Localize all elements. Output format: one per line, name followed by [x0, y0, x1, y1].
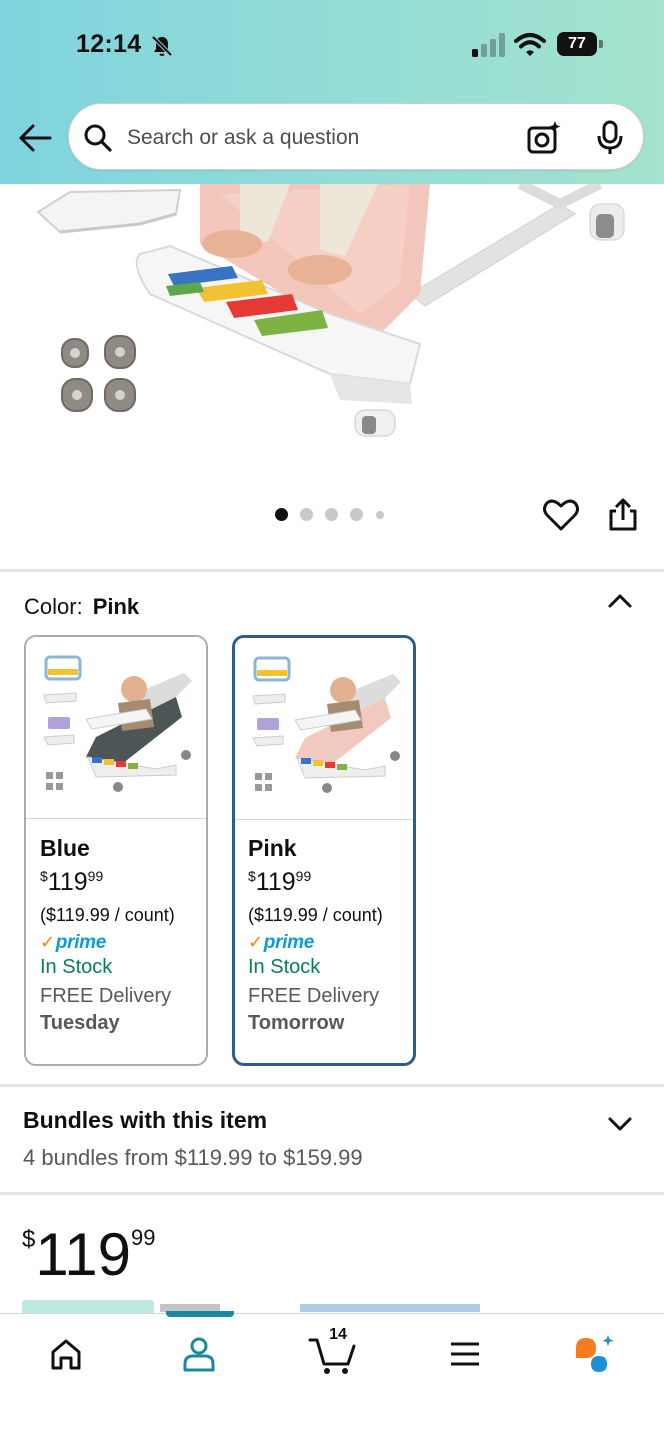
option-price: $11999 [248, 868, 405, 897]
back-arrow-icon[interactable] [16, 122, 54, 154]
delivery-day: Tuesday [40, 1012, 120, 1034]
search-icon [84, 124, 112, 152]
camera-search-icon[interactable] [526, 120, 562, 156]
search-input[interactable]: Search or ask a question [127, 126, 359, 150]
color-option-pink[interactable]: Pink $11999 ($119.99 / count) ✓prime In … [232, 635, 416, 1066]
bottom-navigation: 14 [0, 1311, 664, 1440]
selected-color: Pink [92, 594, 140, 619]
delivery-day: Tomorrow [248, 1012, 345, 1034]
prime-badge: ✓prime [40, 932, 198, 954]
color-option-blue[interactable]: Blue $11999 ($119.99 / count) ✓prime In … [24, 635, 208, 1066]
bouncer-thumbnail-pink [252, 656, 401, 793]
delivery-label: FREE Delivery [248, 985, 380, 1007]
price-currency: $ [40, 868, 48, 884]
battery-indicator: 77 [557, 32, 603, 56]
account-icon[interactable] [177, 1332, 221, 1376]
stock-status: In Stock [40, 956, 113, 978]
share-icon[interactable] [607, 498, 639, 532]
battery-cap [599, 40, 603, 48]
section-divider [0, 569, 664, 572]
stock-status: In Stock [248, 956, 321, 978]
cellular-signal-icon [472, 33, 505, 57]
delivery-label: FREE Delivery [40, 985, 172, 1007]
section-divider [0, 1192, 664, 1195]
chevron-down-icon[interactable] [606, 1112, 634, 1136]
section-divider [0, 1084, 664, 1087]
color-option-details: Blue $11999 ($119.99 / count) ✓prime In … [40, 835, 198, 1035]
prime-label: prime [263, 932, 315, 953]
menu-icon[interactable] [443, 1332, 487, 1376]
bell-off-icon [151, 35, 173, 57]
price-whole: 119 [47, 868, 88, 896]
home-icon[interactable] [44, 1332, 88, 1376]
cart-count: 14 [329, 1326, 347, 1343]
pagination-dot[interactable] [325, 508, 338, 521]
option-unit-price: ($119.99 / count) [40, 905, 175, 925]
app-header: 12:14 77 Search or ask a question [0, 0, 664, 184]
price-fraction: 99 [295, 868, 312, 884]
deal-badge-partial [22, 1300, 154, 1314]
color-selector-label: Color: Pink [24, 594, 139, 620]
pagination-dot[interactable] [376, 511, 384, 519]
price-currency: $ [248, 868, 256, 884]
cart-button[interactable]: 14 [308, 1326, 358, 1376]
bundles-subtitle: 4 bundles from $119.99 to $159.99 [23, 1145, 363, 1170]
active-tab-indicator [166, 1311, 234, 1317]
color-option-image [235, 638, 413, 820]
pagination-dot[interactable] [350, 508, 363, 521]
image-pagination-dots[interactable] [275, 508, 395, 524]
color-option-image [26, 637, 206, 819]
rufus-assistant-icon[interactable] [574, 1332, 618, 1376]
prime-check-icon: ✓ [248, 932, 263, 952]
color-label-text: Color: [24, 594, 83, 619]
search-bar[interactable]: Search or ask a question [68, 103, 644, 170]
wifi-icon [514, 33, 546, 56]
product-price: $11999 [22, 1220, 156, 1289]
chevron-up-icon[interactable] [606, 588, 634, 612]
option-name: Pink [248, 835, 297, 861]
prime-badge: ✓prime [248, 932, 405, 954]
price-fraction: 99 [87, 868, 104, 884]
option-unit-price: ($119.99 / count) [248, 905, 383, 925]
price-whole: 119 [35, 1221, 132, 1288]
battery-level: 77 [557, 32, 597, 56]
color-option-details: Pink $11999 ($119.99 / count) ✓prime In … [248, 835, 405, 1035]
option-price: $11999 [40, 868, 198, 897]
product-image[interactable] [0, 184, 664, 490]
heart-icon[interactable] [543, 498, 579, 532]
status-bar: 12:14 77 [0, 0, 664, 92]
pagination-dot[interactable] [300, 508, 313, 521]
status-time: 12:14 [76, 30, 142, 58]
price-currency: $ [22, 1226, 36, 1253]
baby-bouncer-illustration [36, 184, 625, 437]
pagination-dot-active[interactable] [275, 508, 288, 521]
bouncer-thumbnail-blue [43, 655, 192, 792]
price-fraction: 99 [131, 1225, 156, 1250]
microphone-icon[interactable] [595, 120, 625, 156]
prime-check-icon: ✓ [40, 932, 55, 952]
price-whole: 119 [255, 868, 296, 896]
option-name: Blue [40, 835, 90, 861]
bundles-title: Bundles with this item [23, 1107, 268, 1133]
prime-label: prime [55, 932, 107, 953]
